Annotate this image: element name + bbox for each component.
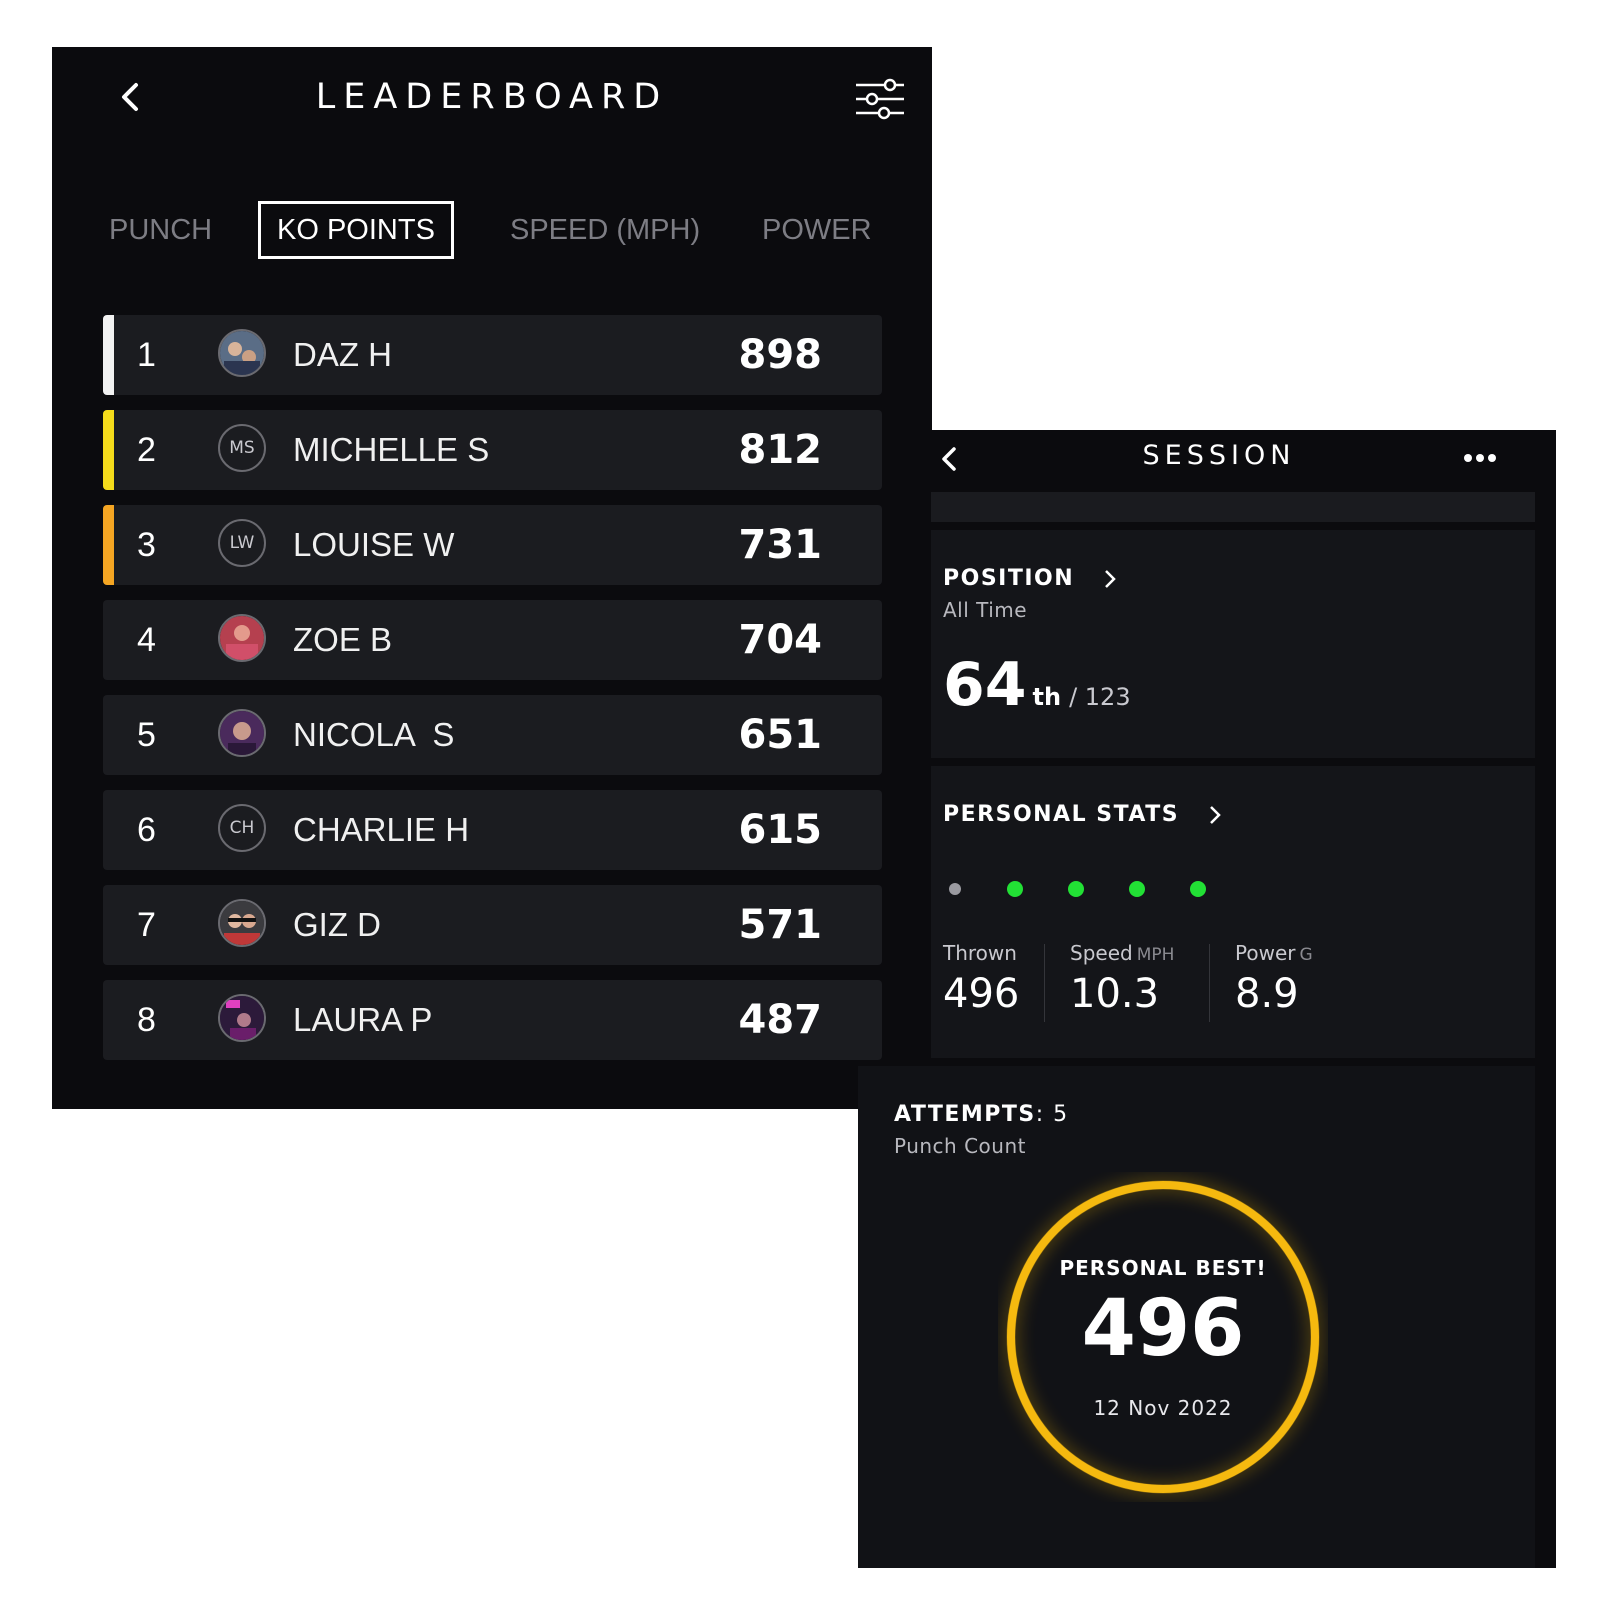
avatar [218, 994, 266, 1042]
rank-number: 7 [137, 906, 156, 944]
speed-unit: MPH [1136, 945, 1175, 965]
attempt-dot [1007, 881, 1023, 897]
rank-marker [103, 410, 114, 490]
attempts-subtitle: Punch Count [894, 1134, 1026, 1158]
speed-label: Speed [1070, 941, 1133, 965]
speed-stat: Speed MPH 10.3 [1070, 941, 1174, 1017]
leaderboard-row[interactable]: 2 MS MICHELLE S 812 [103, 410, 882, 490]
thrown-stat: Thrown 496 [943, 941, 1019, 1017]
chevron-right-icon [1208, 804, 1222, 826]
personal-stats-card[interactable]: PERSONAL STATS Thrown 496 Speed MPH 10.3 … [931, 766, 1535, 1058]
rank-value: 64 [943, 650, 1027, 720]
speed-value: 10.3 [1070, 971, 1160, 1017]
player-name: ZOE B [293, 621, 393, 658]
tab-punch[interactable]: PUNCH [109, 201, 212, 259]
player-score: 704 [738, 617, 823, 663]
avatar [218, 329, 266, 377]
player-name: LAURA P [293, 1001, 433, 1038]
rank-marker [103, 505, 114, 585]
leaderboard-row[interactable]: 3 LW LOUISE W 731 [103, 505, 882, 585]
avatar [218, 614, 266, 662]
tab-power[interactable]: POWER [762, 201, 872, 259]
divider [1044, 944, 1045, 1022]
player-score: 731 [738, 522, 823, 568]
more-options-icon[interactable] [1462, 448, 1502, 468]
rank-number: 4 [137, 621, 156, 659]
personal-stats-link[interactable]: PERSONAL STATS [943, 802, 1222, 827]
personal-best: PERSONAL BEST! 496 12 Nov 2022 [998, 1172, 1328, 1502]
tab-ko-points[interactable]: KO POINTS [258, 201, 454, 259]
rank-suffix: th [1032, 683, 1062, 711]
player-score: 615 [738, 807, 823, 853]
rank-number: 2 [137, 431, 156, 469]
divider [931, 492, 1535, 522]
player-score: 571 [738, 902, 823, 948]
leaderboard-row[interactable]: 5 NICOLA S 651 [103, 695, 882, 775]
thrown-label: Thrown [943, 941, 1017, 965]
attempts-heading: ATTEMPTS: 5 [894, 1102, 1069, 1127]
player-name: CHARLIE H [293, 811, 470, 848]
leaderboard-screen: LEADERBOARD PUNCH KO POINTS SPEED (MPH) … [52, 47, 932, 1109]
attempt-dot [1190, 881, 1206, 897]
session-header: SESSION [882, 430, 1556, 490]
power-unit: G [1299, 945, 1313, 965]
leaderboard-row[interactable]: 8 LAURA P 487 [103, 980, 882, 1060]
player-score: 651 [738, 712, 823, 758]
leaderboard-row[interactable]: 7 GIZ D 571 [103, 885, 882, 965]
power-value: 8.9 [1235, 971, 1299, 1017]
player-name: NICOLA S [293, 716, 455, 753]
attempts-count: : 5 [1035, 1102, 1069, 1127]
personal-best-date: 12 Nov 2022 [1093, 1396, 1233, 1420]
avatar [218, 709, 266, 757]
attempt-dot [949, 883, 961, 895]
player-name: LOUISE W [293, 526, 455, 563]
personal-best-label: PERSONAL BEST! [1059, 1256, 1267, 1280]
position-subtitle: All Time [943, 598, 1028, 622]
avatar: LW [218, 519, 266, 567]
rank-number: 5 [137, 716, 156, 754]
rank-number: 6 [137, 811, 156, 849]
avatar: MS [218, 424, 266, 472]
session-title: SESSION [1142, 440, 1296, 471]
attempt-dot [1068, 881, 1084, 897]
personal-best-value: 496 [1081, 1284, 1245, 1374]
rank-marker [103, 315, 114, 395]
leaderboard-row[interactable]: 4 ZOE B 704 [103, 600, 882, 680]
attempts-title: ATTEMPTS [894, 1102, 1036, 1127]
power-stat: Power G 8.9 [1235, 941, 1313, 1017]
attempts-card: ATTEMPTS: 5 Punch Count PERSONAL BEST! 4… [858, 1066, 1535, 1568]
player-score: 487 [738, 997, 823, 1043]
leaderboard-title: LEADERBOARD [315, 77, 669, 117]
position-card[interactable]: POSITION All Time 64th/ 123 [931, 530, 1535, 758]
rank-number: 8 [137, 1001, 156, 1039]
avatar [218, 899, 266, 947]
attempt-dot [1129, 881, 1145, 897]
tab-speed-mph[interactable]: SPEED (MPH) [510, 201, 700, 259]
avatar: CH [218, 804, 266, 852]
player-name: MICHELLE S [293, 431, 490, 468]
chevron-right-icon [1103, 568, 1117, 590]
player-score: 812 [738, 427, 823, 473]
position-title: POSITION [943, 566, 1075, 591]
rank-number: 3 [137, 526, 156, 564]
position-rank: 64th/ 123 [943, 650, 1131, 720]
position-link[interactable]: POSITION [943, 566, 1117, 591]
rank-number: 1 [137, 336, 156, 374]
thrown-value: 496 [943, 971, 1020, 1017]
metric-tabs: PUNCH KO POINTS SPEED (MPH) POWER [52, 201, 932, 261]
player-score: 898 [738, 332, 823, 378]
player-name: DAZ H [293, 336, 392, 373]
divider [1209, 944, 1210, 1022]
player-name: GIZ D [293, 906, 381, 943]
personal-stats-title: PERSONAL STATS [943, 802, 1180, 827]
session-screen: SESSION POSITION All Time 64th/ 123 PERS… [858, 430, 1556, 1568]
power-label: Power [1235, 941, 1296, 965]
filter-sliders-icon[interactable] [854, 75, 906, 123]
leaderboard-row[interactable]: 1 DAZ H 898 [103, 315, 882, 395]
leaderboard-row[interactable]: 6 CH CHARLIE H 615 [103, 790, 882, 870]
rank-total: / 123 [1069, 683, 1131, 711]
